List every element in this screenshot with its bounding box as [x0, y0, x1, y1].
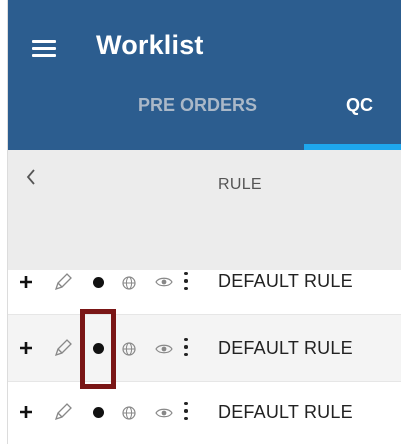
chevron-left-icon[interactable] [22, 166, 40, 188]
rule-name: DEFAULT RULE [218, 338, 353, 358]
hamburger-menu-icon[interactable] [32, 40, 56, 57]
globe-icon[interactable] [120, 404, 138, 422]
rule-column-header: RULE [8, 150, 401, 270]
rule-column-label: RULE [218, 176, 262, 193]
app-bar: Worklist PRE ORDERS QC [8, 0, 401, 150]
plus-icon[interactable] [18, 404, 34, 420]
kebab-menu-icon[interactable] [181, 400, 191, 422]
eye-icon[interactable] [154, 405, 174, 421]
table-row: DEFAULT RULE [8, 270, 401, 314]
page-title: Worklist [96, 30, 204, 60]
status-dot-icon[interactable] [90, 274, 106, 290]
eye-icon[interactable] [154, 341, 174, 357]
status-dot-icon[interactable] [90, 404, 106, 420]
tab-qc[interactable]: QC [346, 95, 373, 116]
pencil-icon[interactable] [52, 401, 74, 423]
status-dot-icon[interactable] [90, 340, 106, 356]
tab-pre-orders[interactable]: PRE ORDERS [138, 95, 257, 116]
rule-name: DEFAULT RULE [218, 402, 353, 422]
rule-name: DEFAULT RULE [218, 271, 353, 291]
table-row: DEFAULT RULE [8, 314, 401, 382]
plus-icon[interactable] [18, 340, 34, 356]
globe-icon[interactable] [120, 340, 138, 358]
globe-icon[interactable] [120, 274, 138, 292]
kebab-menu-icon[interactable] [181, 336, 191, 358]
eye-icon[interactable] [154, 274, 174, 290]
app-frame: Worklist PRE ORDERS QC RULE DEFAULT RULE [7, 0, 401, 444]
pencil-icon[interactable] [52, 271, 74, 293]
kebab-menu-icon[interactable] [181, 270, 191, 292]
table-row: DEFAULT RULE [8, 382, 401, 444]
plus-icon[interactable] [18, 274, 34, 290]
pencil-icon[interactable] [52, 337, 74, 359]
